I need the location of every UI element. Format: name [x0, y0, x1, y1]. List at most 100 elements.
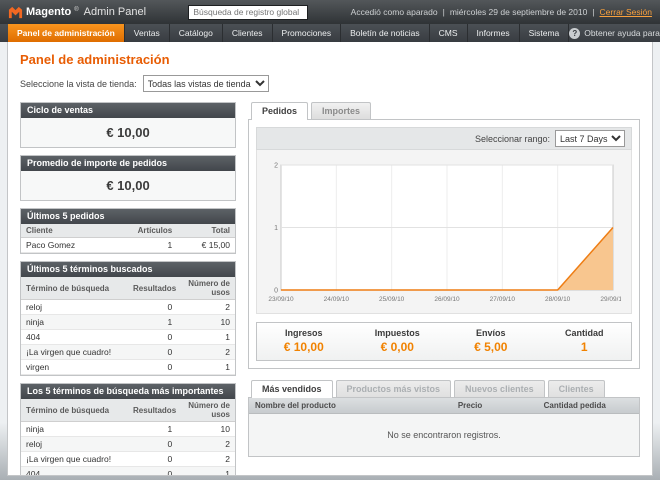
dashboard-right-column: Pedidos Importes Seleccionar rango: Last…	[248, 102, 640, 476]
nav-item-clientes[interactable]: Clientes	[223, 24, 273, 42]
svg-text:24/09/10: 24/09/10	[324, 296, 350, 303]
table-row: Paco Gomez1€ 15,00	[21, 238, 235, 253]
tab-clientes[interactable]: Clientes	[548, 380, 605, 397]
logout-link[interactable]: Cerrar Sesión	[600, 7, 652, 17]
separator: |	[592, 7, 594, 17]
magento-logo-icon	[8, 5, 23, 20]
lifetime-sales-value: € 10,00	[21, 118, 235, 147]
col-header: Cliente	[21, 224, 128, 238]
page-title: Panel de administración	[20, 52, 640, 67]
brand: Magento ® Admin Panel	[8, 5, 146, 20]
main-nav: Panel de administración Ventas Catálogo …	[0, 24, 660, 42]
top-search-terms-box: Los 5 términos de búsqueda más important…	[20, 383, 236, 476]
nav-item-boletin[interactable]: Boletín de noticias	[341, 24, 429, 42]
header-user-area: Accedió como aparado | miércoles 29 de s…	[351, 7, 652, 17]
nav-item-catalogo[interactable]: Catálogo	[170, 24, 223, 42]
tab-nuevos-clientes[interactable]: Nuevos clientes	[454, 380, 545, 397]
nav-item-panel-de-administracion[interactable]: Panel de administración	[8, 24, 125, 42]
orders-amounts-tabs: Pedidos Importes	[248, 102, 640, 119]
brand-name: Magento	[26, 6, 71, 18]
products-panel: Nombre del producto Precio Cantidad pedi…	[248, 397, 640, 457]
brand-subtitle: Admin Panel	[84, 6, 146, 18]
lifetime-sales-box: Ciclo de ventas € 10,00	[20, 102, 236, 148]
top-search-terms-table: Término de búsqueda Resultados Número de…	[21, 399, 235, 476]
col-header: Artículos	[128, 224, 177, 238]
svg-text:0: 0	[274, 288, 278, 295]
lifetime-sales-title: Ciclo de ventas	[21, 103, 235, 118]
col-header: Cantidad pedida	[538, 398, 639, 414]
col-header: Resultados	[128, 399, 177, 422]
total-cantidad: Cantidad 1	[538, 328, 632, 354]
help-icon: ?	[569, 28, 580, 39]
svg-text:29/09/10: 29/09/10	[600, 296, 621, 303]
orders-chart: 23/09/10 24/09/10 25/09/10 26/09/10 27/09/10…	[263, 157, 621, 305]
store-view-select[interactable]: Todas las vistas de tienda	[143, 75, 269, 92]
store-view-row: Seleccione la vista de tienda: Todas las…	[20, 75, 640, 92]
svg-text:27/09/10: 27/09/10	[490, 296, 516, 303]
total-envios: Envíos € 5,00	[444, 328, 538, 354]
orders-chart-panel: Seleccionar rango: Last 7 Days 23/09/102…	[248, 119, 640, 369]
table-row: 40401	[21, 330, 235, 345]
table-row: virgen01	[21, 360, 235, 375]
logged-in-as: Accedió como aparado	[351, 7, 438, 17]
table-row: ninja110	[21, 315, 235, 330]
products-table: Nombre del producto Precio Cantidad pedi…	[249, 398, 639, 456]
nav-item-promociones[interactable]: Promociones	[273, 24, 342, 42]
svg-text:1: 1	[274, 225, 278, 232]
col-header: Total	[177, 224, 235, 238]
average-orders-title: Promedio de importe de pedidos	[21, 156, 235, 171]
chart-area: 23/09/10 24/09/10 25/09/10 26/09/10 27/09/10…	[256, 150, 632, 314]
nav-item-cms[interactable]: CMS	[430, 24, 468, 42]
separator: |	[443, 7, 445, 17]
col-header: Número de usos	[177, 399, 235, 422]
table-row: ¡La virgen que cuadro!02	[21, 452, 235, 467]
table-row: reloj02	[21, 300, 235, 315]
top-search-terms-title: Los 5 términos de búsqueda más important…	[21, 384, 235, 399]
table-row: 40401	[21, 467, 235, 477]
products-tabs: Más vendidos Productos más vistos Nuevos…	[248, 380, 640, 397]
top-header: Magento ® Admin Panel Accedió como apara…	[0, 0, 660, 24]
brand-reg: ®	[74, 7, 78, 13]
help-label: Obtener ayuda para esta página	[584, 28, 660, 38]
store-view-label: Seleccione la vista de tienda:	[20, 79, 137, 89]
svg-text:26/09/10: 26/09/10	[434, 296, 460, 303]
table-row: reloj02	[21, 437, 235, 452]
last-search-terms-table: Término de búsqueda Resultados Número de…	[21, 277, 235, 375]
range-select[interactable]: Last 7 Days	[555, 130, 625, 147]
table-row: ninja110	[21, 422, 235, 437]
last-orders-title: Últimos 5 pedidos	[21, 209, 235, 224]
svg-text:2: 2	[274, 163, 278, 170]
total-impuestos: Impuestos € 0,00	[351, 328, 445, 354]
empty-message: No se encontraron registros.	[249, 414, 639, 457]
col-header: Resultados	[128, 277, 177, 300]
tab-pedidos[interactable]: Pedidos	[251, 102, 308, 120]
table-row: ¡La virgen que cuadro!02	[21, 345, 235, 360]
col-header: Número de usos	[177, 277, 235, 300]
total-ingresos: Ingresos € 10,00	[257, 328, 351, 354]
last-search-terms-box: Últimos 5 términos buscados Término de b…	[20, 261, 236, 376]
col-header: Término de búsqueda	[21, 277, 128, 300]
svg-text:28/09/10: 28/09/10	[545, 296, 571, 303]
svg-text:23/09/10: 23/09/10	[268, 296, 294, 303]
global-search-input[interactable]	[188, 5, 308, 20]
nav-item-ventas[interactable]: Ventas	[125, 24, 170, 42]
col-header: Término de búsqueda	[21, 399, 128, 422]
last-search-terms-title: Últimos 5 términos buscados	[21, 262, 235, 277]
col-header: Nombre del producto	[249, 398, 452, 414]
nav-item-informes[interactable]: Informes	[468, 24, 520, 42]
range-bar: Seleccionar rango: Last 7 Days	[256, 127, 632, 150]
tab-importes[interactable]: Importes	[311, 102, 371, 119]
range-label: Seleccionar rango:	[475, 134, 550, 144]
page-help-link[interactable]: ? Obtener ayuda para esta página	[569, 24, 660, 42]
tab-productos-mas-vistos[interactable]: Productos más vistos	[336, 380, 452, 397]
dashboard-left-column: Ciclo de ventas € 10,00 Promedio de impo…	[20, 102, 236, 476]
nav-item-sistema[interactable]: Sistema	[520, 24, 570, 42]
empty-row: No se encontraron registros.	[249, 414, 639, 457]
tab-mas-vendidos[interactable]: Más vendidos	[251, 380, 333, 398]
average-orders-box: Promedio de importe de pedidos € 10,00	[20, 155, 236, 201]
svg-text:25/09/10: 25/09/10	[379, 296, 405, 303]
content-card: Panel de administración Seleccione la vi…	[7, 42, 653, 476]
totals-bar: Ingresos € 10,00 Impuestos € 0,00 Envíos…	[256, 322, 632, 361]
col-header: Precio	[452, 398, 538, 414]
current-date: miércoles 29 de septiembre de 2010	[450, 7, 588, 17]
